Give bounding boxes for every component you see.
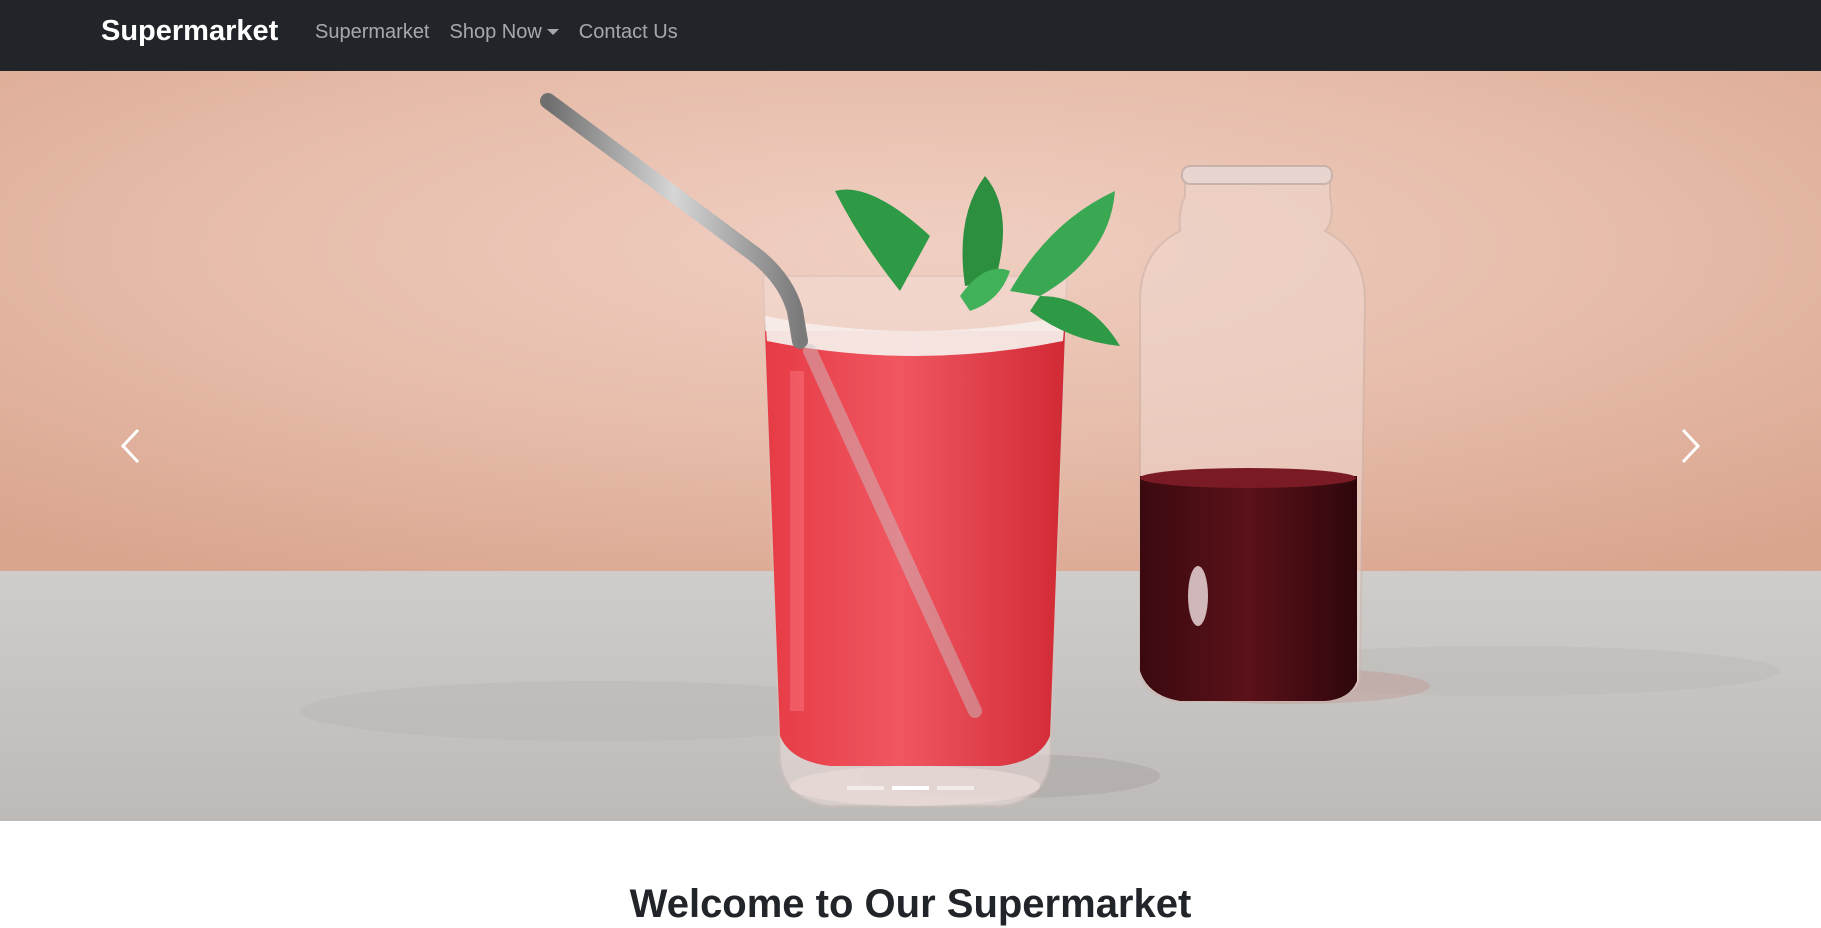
carousel-indicator-1[interactable] (847, 786, 884, 790)
brand-link[interactable]: Supermarket (101, 13, 278, 49)
caret-down-icon (546, 29, 559, 35)
hero-carousel (0, 71, 1821, 821)
nav-link-supermarket[interactable]: Supermarket (315, 19, 430, 45)
carousel-next-button[interactable] (1561, 71, 1821, 821)
carousel-indicator-3[interactable] (937, 786, 974, 790)
nav-dropdown-shop-now[interactable]: Shop Now (450, 19, 559, 45)
carousel-indicator-2[interactable] (892, 786, 929, 790)
nav-dropdown-label: Shop Now (449, 21, 542, 43)
slide-image (0, 71, 1821, 821)
nav-link-contact-us[interactable]: Contact Us (579, 19, 678, 45)
nav-links: Supermarket Shop Now Contact Us (315, 19, 698, 45)
chevron-right-icon (1681, 428, 1701, 464)
carousel-prev-button[interactable] (0, 71, 260, 821)
chevron-left-icon (120, 428, 140, 464)
carousel-indicators (0, 786, 1821, 790)
navbar: Supermarket Supermarket Shop Now Contact… (0, 0, 1821, 71)
